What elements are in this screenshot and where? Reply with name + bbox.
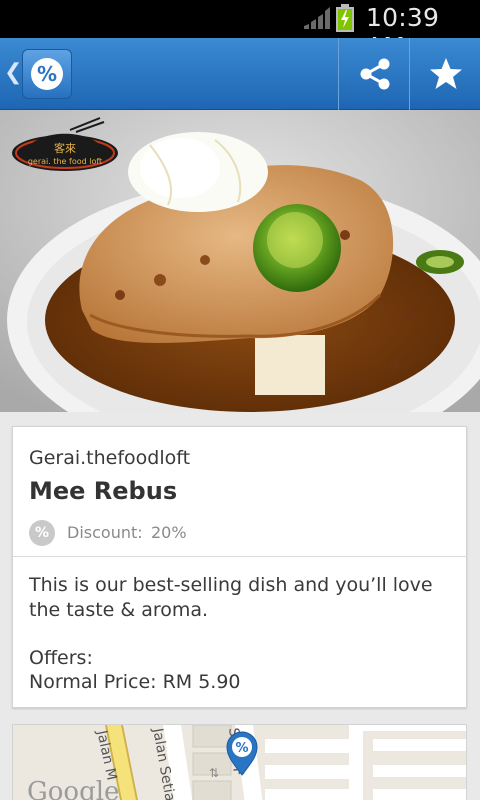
svg-text:⇅: ⇅ xyxy=(209,766,219,780)
offer-description: This is our best-selling dish and you’ll… xyxy=(29,574,433,621)
action-bar: ❮ % xyxy=(0,38,480,110)
status-bar: 10:39 AM xyxy=(0,0,480,61)
normal-price: Normal Price: RM 5.90 xyxy=(29,671,241,693)
discount-app-icon: % xyxy=(31,58,63,90)
favorite-button[interactable] xyxy=(410,38,480,110)
share-icon xyxy=(360,58,390,90)
dish-photo: 客來 gerai. the food loft xyxy=(0,110,480,412)
location-map[interactable]: ⇅ Jalan M Jalan Setia Setia F Google % xyxy=(12,724,467,800)
logo-text: gerai. the food loft xyxy=(28,157,102,166)
discount-value: 20% xyxy=(151,523,187,542)
offers-label: Offers: xyxy=(29,647,93,669)
discount-icon: % xyxy=(29,520,55,546)
pin-glyph: % xyxy=(235,741,248,756)
up-navigation-icon[interactable]: ❮ xyxy=(4,60,22,85)
google-logo: Google xyxy=(27,777,120,800)
dish-title: Mee Rebus xyxy=(29,477,178,505)
vendor-name[interactable]: Gerai.thefoodloft xyxy=(29,447,190,469)
signal-strength-icon xyxy=(304,7,330,29)
star-icon xyxy=(430,58,462,89)
logo-chinese-text: 客來 xyxy=(54,141,76,155)
share-button[interactable] xyxy=(339,38,409,110)
app-home-button[interactable]: % xyxy=(22,49,72,99)
location-pin-icon[interactable]: % xyxy=(225,731,259,777)
offer-card: Gerai.thefoodloft Mee Rebus % Discount: … xyxy=(12,426,467,708)
card-divider xyxy=(13,556,466,557)
discount-label: Discount: xyxy=(67,523,143,542)
battery-charging-icon xyxy=(336,4,354,32)
